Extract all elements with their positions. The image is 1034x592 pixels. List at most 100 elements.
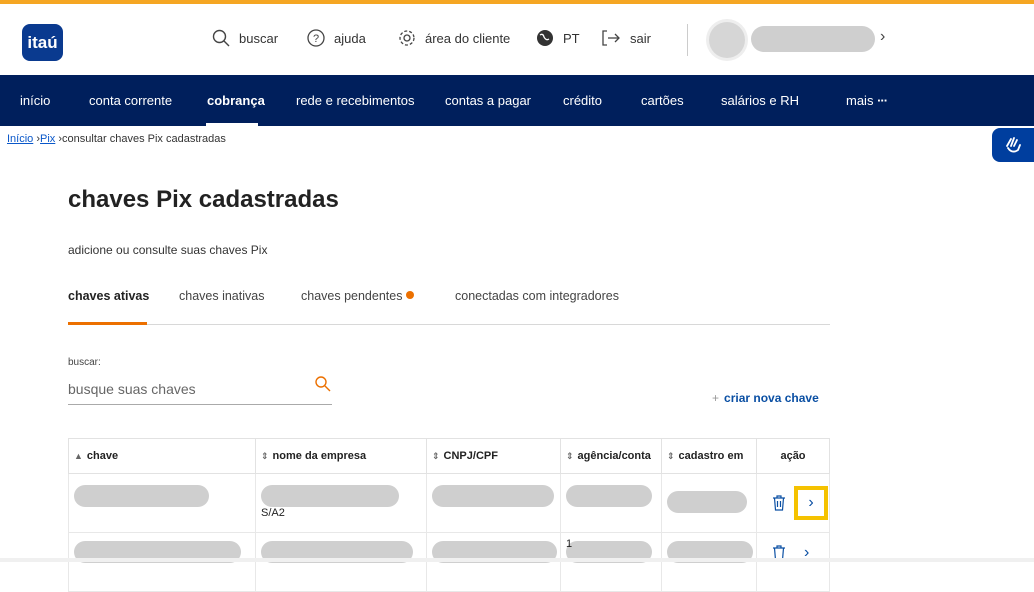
sort-icon: ⇕ bbox=[432, 451, 440, 461]
search-icon[interactable] bbox=[314, 375, 332, 393]
column-header-nome-empresa[interactable]: ⇕ nome da empresa bbox=[255, 438, 427, 474]
cell-cnpj-cpf bbox=[426, 473, 561, 533]
column-header-chave[interactable]: ▲ chave bbox=[68, 438, 256, 474]
tab-chaves-pendentes-label: chaves pendentes bbox=[301, 289, 403, 303]
redacted-value bbox=[74, 485, 209, 507]
cell-cadastro-em bbox=[661, 532, 757, 592]
breadcrumb-pix[interactable]: Pix bbox=[40, 133, 55, 145]
create-new-key-button[interactable]: + criar nova chave bbox=[712, 391, 819, 405]
column-header-acao: ação bbox=[756, 438, 830, 474]
tab-chaves-inativas[interactable]: chaves inativas bbox=[179, 289, 264, 303]
tab-chaves-pendentes[interactable]: chaves pendentes bbox=[301, 289, 415, 303]
user-name-redacted[interactable] bbox=[751, 26, 875, 52]
create-new-key-label: criar nova chave bbox=[724, 391, 819, 405]
sort-icon: ⇕ bbox=[566, 451, 574, 461]
header-language-label: PT bbox=[563, 30, 580, 46]
nav-item-credito[interactable]: crédito bbox=[563, 93, 602, 108]
header-logout-label: sair bbox=[630, 30, 651, 46]
top-header: itaú buscar ? ajuda área do cliente PT s… bbox=[0, 4, 1034, 75]
cell-nome-empresa: S/A2 bbox=[255, 473, 427, 533]
cell-agencia-conta bbox=[560, 473, 662, 533]
main-nav: início conta corrente cobrança rede e re… bbox=[0, 75, 1034, 126]
column-header-cnpj-cpf[interactable]: ⇕ CNPJ/CPF bbox=[426, 438, 561, 474]
cell-chave bbox=[68, 473, 256, 533]
header-client-area[interactable]: área do cliente bbox=[398, 29, 510, 47]
column-header-label: cadastro em bbox=[678, 450, 744, 462]
chevron-right-icon[interactable]: › bbox=[880, 28, 885, 46]
header-language[interactable]: PT bbox=[536, 29, 580, 47]
svg-text:?: ? bbox=[313, 33, 319, 45]
table-row: S/A2 › bbox=[68, 473, 830, 533]
header-help-label: ajuda bbox=[334, 30, 366, 46]
view-details-button[interactable]: › bbox=[794, 486, 828, 520]
chevron-right-icon: › bbox=[808, 494, 814, 511]
redacted-value bbox=[667, 491, 747, 513]
breadcrumb-home[interactable]: Início bbox=[7, 133, 33, 145]
nav-item-salarios-rh[interactable]: salários e RH bbox=[721, 93, 799, 108]
agencia-prefix: 1 bbox=[566, 538, 573, 550]
sign-language-icon bbox=[1006, 137, 1021, 153]
accessibility-button[interactable] bbox=[992, 128, 1034, 162]
more-dots-icon: ··· bbox=[877, 93, 888, 108]
column-header-cadastro-em[interactable]: ⇕ cadastro em bbox=[661, 438, 757, 474]
nav-item-inicio[interactable]: início bbox=[20, 93, 50, 108]
page-subtitle: adicione ou consulte suas chaves Pix bbox=[68, 243, 268, 257]
search-label: buscar: bbox=[68, 357, 101, 368]
header-logout[interactable]: sair bbox=[601, 29, 651, 47]
nav-item-cobranca[interactable]: cobrança bbox=[207, 93, 265, 108]
pending-dot-icon bbox=[406, 291, 415, 299]
sort-icon: ⇕ bbox=[261, 451, 269, 461]
table-header-row: ▲ chave ⇕ nome da empresa ⇕ CNPJ/CPF ⇕ agênc… bbox=[68, 438, 830, 474]
search-input[interactable] bbox=[68, 375, 298, 397]
column-header-label: chave bbox=[86, 450, 119, 462]
nav-item-cartoes[interactable]: cartões bbox=[641, 93, 684, 108]
cell-chave bbox=[68, 532, 256, 592]
keys-table: ▲ chave ⇕ nome da empresa ⇕ CNPJ/CPF ⇕ agênc… bbox=[68, 438, 830, 592]
column-header-label: CNPJ/CPF bbox=[443, 450, 498, 462]
globe-icon bbox=[537, 30, 553, 46]
nav-item-mais[interactable]: mais ··· bbox=[846, 93, 888, 108]
header-client-area-label: área do cliente bbox=[425, 30, 511, 46]
column-header-agencia-conta[interactable]: ⇕ agência/conta bbox=[560, 438, 662, 474]
cell-acao: › bbox=[756, 473, 830, 533]
row-actions: › bbox=[762, 486, 829, 520]
column-header-label: agência/conta bbox=[577, 450, 651, 462]
redacted-value bbox=[566, 485, 652, 507]
header-divider bbox=[687, 24, 688, 56]
column-header-label: nome da empresa bbox=[272, 450, 367, 462]
plus-icon: + bbox=[712, 391, 720, 405]
itau-logo[interactable]: itaú bbox=[22, 24, 63, 61]
cell-cadastro-em bbox=[661, 473, 757, 533]
header-search[interactable]: buscar bbox=[212, 29, 278, 47]
header-search-label: buscar bbox=[239, 30, 279, 46]
bottom-edge bbox=[0, 558, 1034, 562]
redacted-value bbox=[432, 485, 554, 507]
nav-item-rede-e-recebimentos[interactable]: rede e recebimentos bbox=[296, 93, 415, 108]
tabs: chaves ativas chaves inativas chaves pen… bbox=[68, 289, 830, 325]
nav-item-mais-label: mais bbox=[846, 93, 874, 108]
avatar[interactable] bbox=[709, 22, 745, 58]
nav-item-contas-a-pagar[interactable]: contas a pagar bbox=[445, 93, 531, 108]
cell-agencia-conta: 1 bbox=[560, 532, 662, 592]
tab-active-indicator bbox=[68, 322, 147, 325]
nav-active-indicator bbox=[206, 123, 258, 126]
search-field bbox=[68, 375, 332, 405]
table-row: 1 › bbox=[68, 532, 830, 592]
trash-icon[interactable] bbox=[772, 495, 786, 511]
tab-chaves-ativas[interactable]: chaves ativas bbox=[68, 289, 149, 303]
tab-conectadas-integradores[interactable]: conectadas com integradores bbox=[455, 289, 619, 303]
breadcrumb: Início ›Pix ›consultar chaves Pix cadast… bbox=[7, 133, 226, 145]
nav-item-conta-corrente[interactable]: conta corrente bbox=[89, 93, 172, 108]
cell-acao: › bbox=[756, 532, 830, 592]
logout-icon bbox=[602, 30, 620, 46]
redacted-value bbox=[261, 485, 399, 507]
header-help[interactable]: ? ajuda bbox=[307, 29, 366, 47]
help-icon: ? bbox=[307, 29, 325, 47]
breadcrumb-current: consultar chaves Pix cadastradas bbox=[62, 133, 226, 145]
sort-asc-icon: ▲ bbox=[74, 451, 83, 461]
gear-icon bbox=[399, 30, 415, 46]
cell-cnpj-cpf bbox=[426, 532, 561, 592]
cell-nome-empresa bbox=[255, 532, 427, 592]
page-title: chaves Pix cadastradas bbox=[68, 186, 339, 213]
company-name-suffix: S/A2 bbox=[261, 507, 285, 519]
